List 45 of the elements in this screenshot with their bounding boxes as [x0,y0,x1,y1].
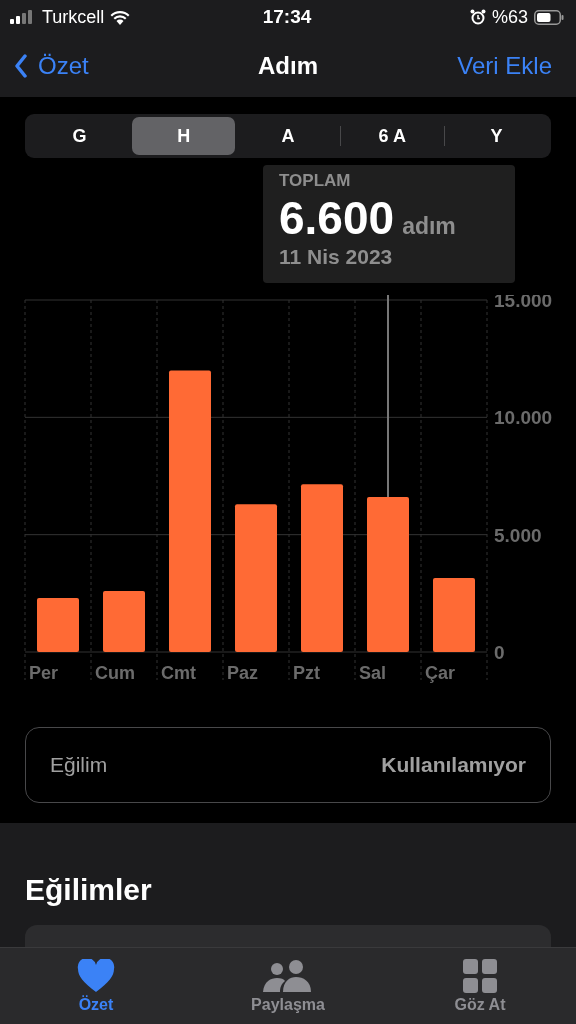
bar[interactable] [301,484,343,652]
tooltip-label: TOPLAM [279,171,351,191]
segment-tab[interactable]: 6 A [340,117,444,155]
bar[interactable] [37,598,79,652]
axis-label: 0 [494,642,505,663]
back-chevron-icon [14,53,28,78]
bar[interactable] [367,497,409,652]
axis-label: 10.000 [494,407,553,429]
segment-tab[interactable]: H [132,117,236,155]
day-label: Cum [95,663,135,683]
bar[interactable] [103,591,145,652]
tooltip-unit: adım [402,213,456,240]
tab-item[interactable]: Göz At [384,948,576,1024]
tooltip-date: 11 Nis 2023 [279,245,393,269]
grid-icon [463,958,497,993]
battery-icon [534,9,564,25]
battery-percent: %63 [491,6,528,28]
screen-title: Adım [258,51,318,80]
heart-icon [77,958,115,993]
day-label: Paz [227,663,259,683]
carrier-name: Turkcell [42,6,105,28]
back-button[interactable]: Özet [14,51,89,80]
segment-tab[interactable]: G [28,117,132,155]
segment-tab[interactable]: A [236,117,340,155]
bar[interactable] [169,370,211,652]
trend-value: Kullanılamıyor [381,753,526,777]
tab-item[interactable]: Özet [0,948,192,1024]
day-label: Sal [359,663,387,683]
trend-label: Eğilim [50,753,108,777]
day-label: Çar [425,663,455,683]
people-icon [263,958,313,993]
day-label: Per [29,663,59,683]
tooltip-value: 6.600 [279,191,395,245]
alarm-icon [469,9,486,25]
section-title: Eğilimler [25,873,153,907]
bar[interactable] [235,504,277,652]
day-label: Cmt [161,663,196,683]
bar[interactable] [433,578,475,652]
segment-tab[interactable]: Y [444,117,548,155]
add-data-button[interactable]: Veri Ekle [457,51,552,80]
axis-label: 5.000 [494,524,542,546]
tab-item[interactable]: Paylaşma [192,948,384,1024]
wifi-icon [110,9,131,25]
day-label: Pzt [293,663,320,683]
clock: 17:34 [262,6,312,28]
